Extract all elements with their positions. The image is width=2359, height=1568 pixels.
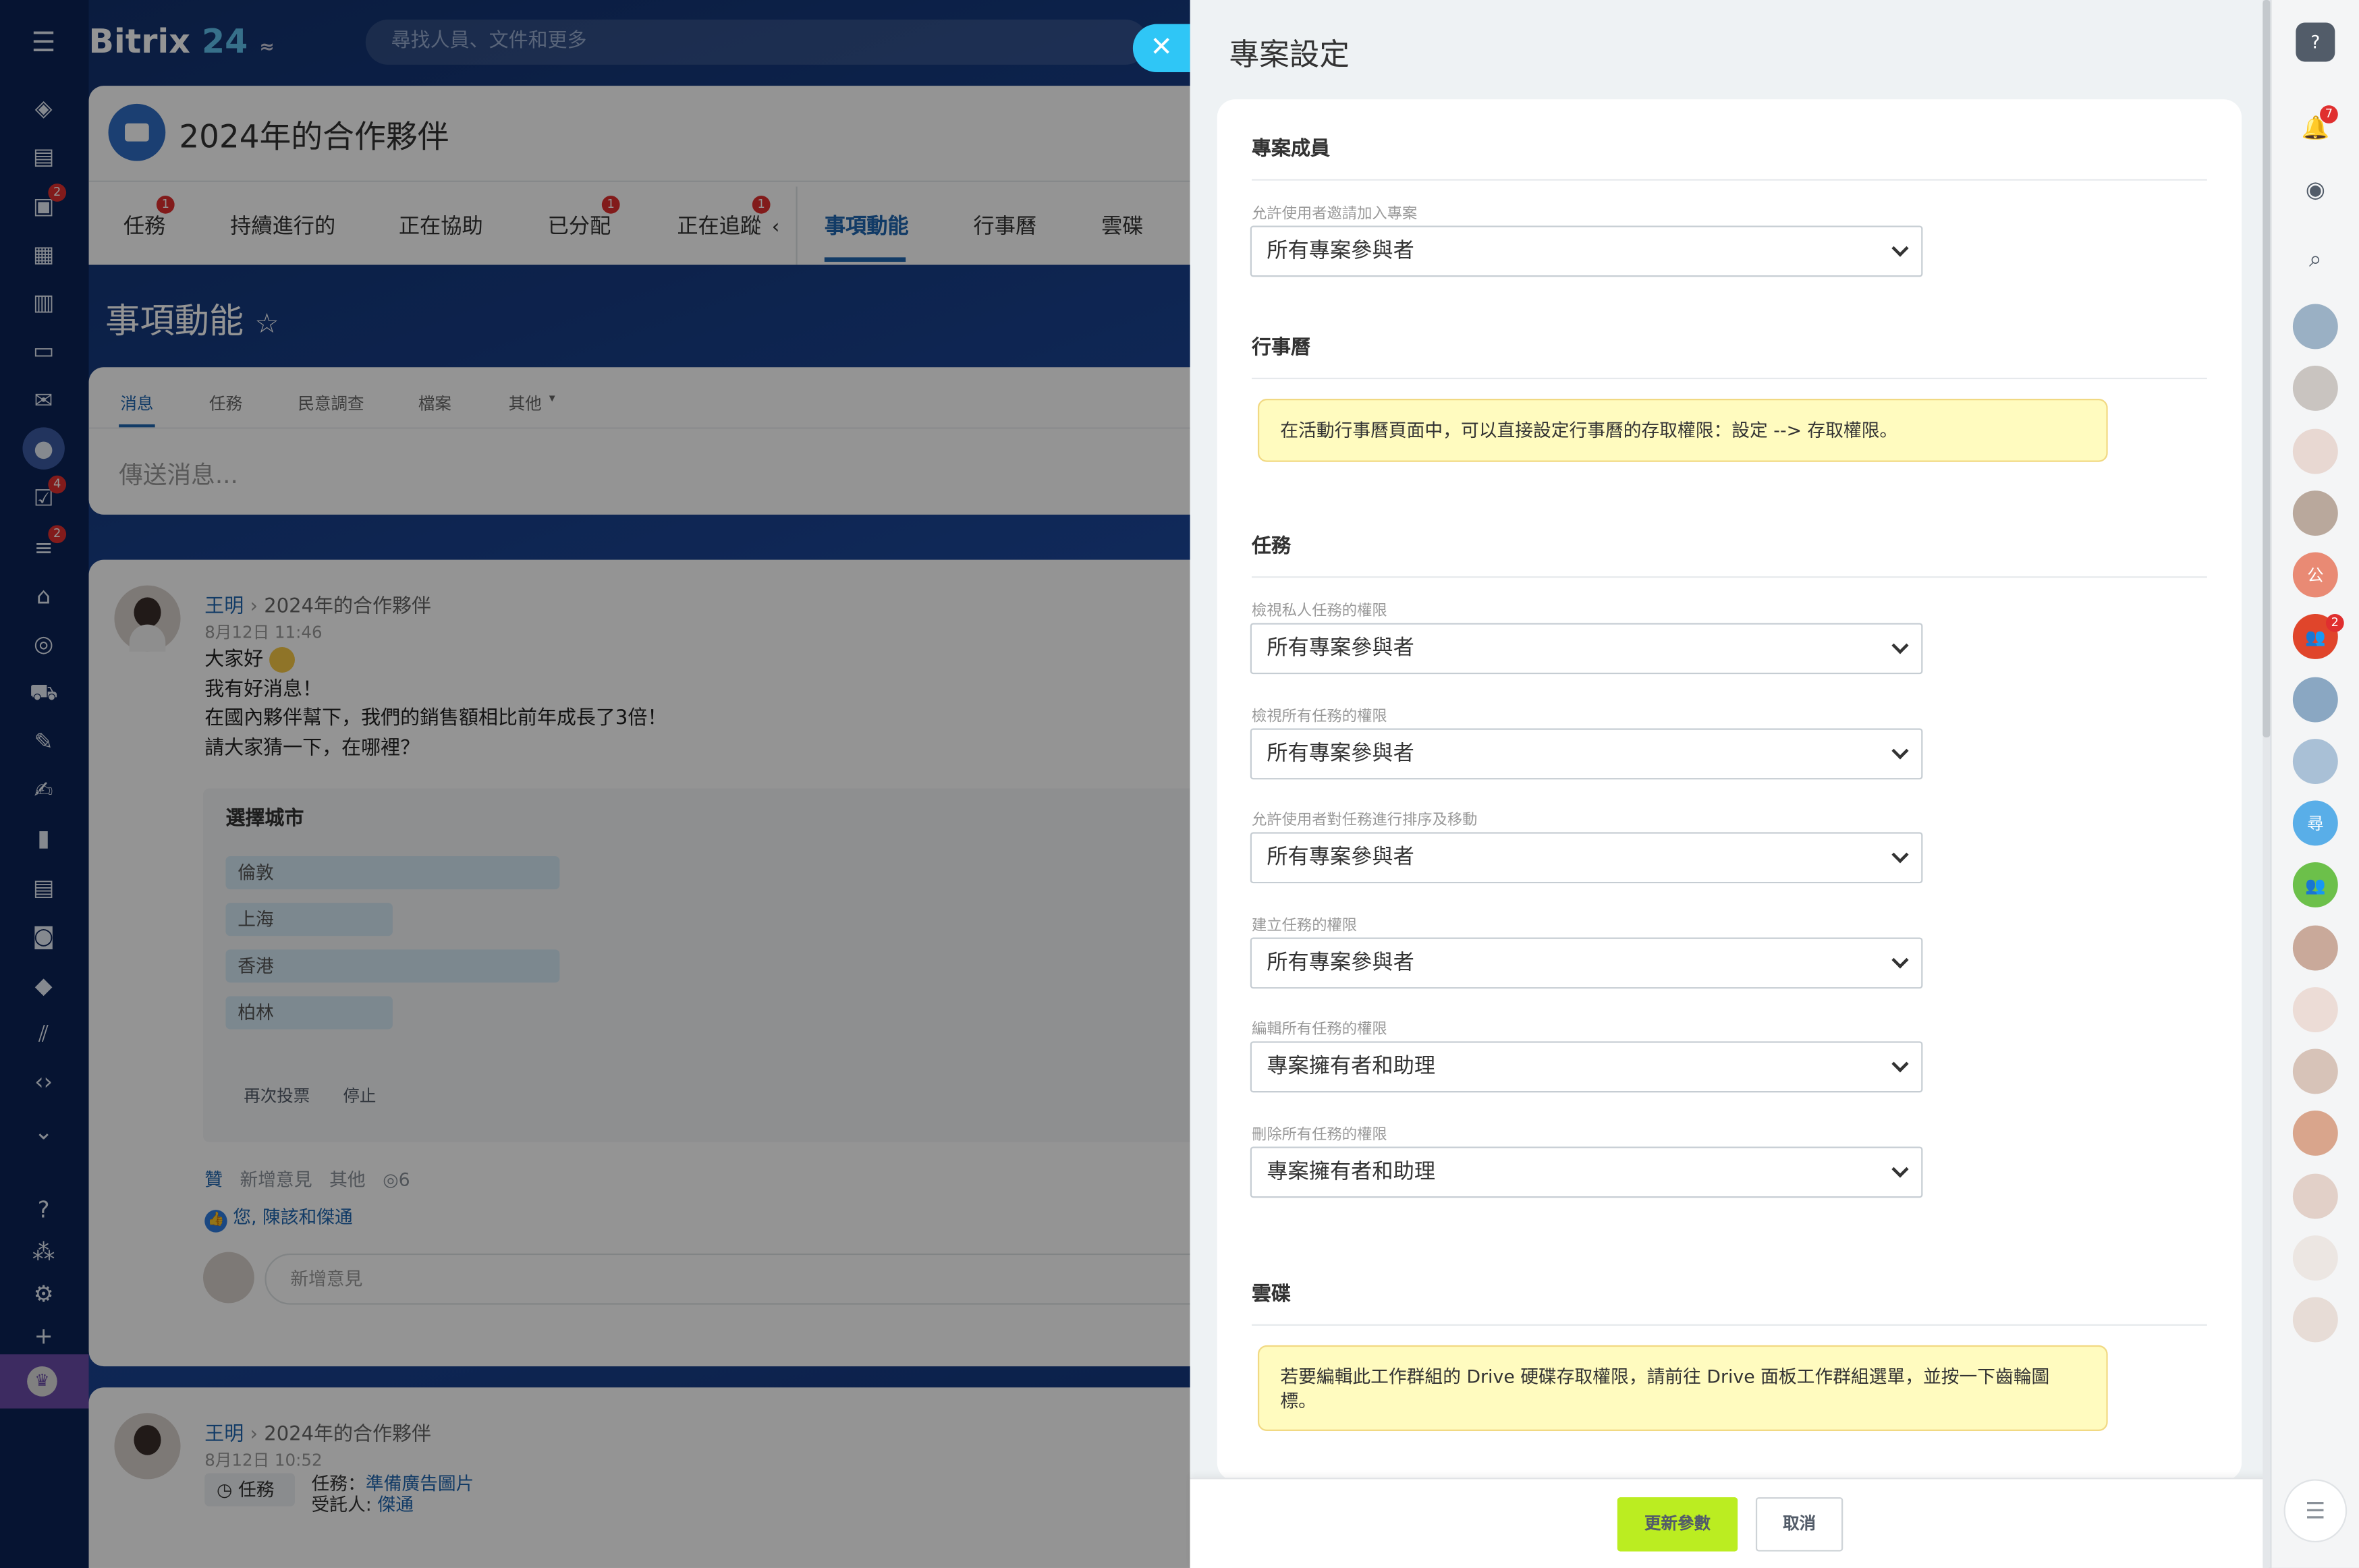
update-parameters-button[interactable]: 更新參數 [1617, 1497, 1738, 1552]
section-tasks: 任務 [1252, 530, 2207, 578]
chat-bubble-icon[interactable]: ◉ [2296, 170, 2335, 209]
contact-avatar[interactable] [2292, 365, 2338, 411]
contact-avatar[interactable] [2292, 1048, 2338, 1094]
invite-permission-select[interactable]: 所有專案參與者 [1250, 225, 1923, 277]
contact-avatar[interactable] [2292, 1235, 2338, 1281]
slider-footer: 更新參數 取消 [1190, 1478, 2269, 1568]
contact-avatar[interactable] [2292, 491, 2338, 536]
contact-avatar[interactable] [2292, 925, 2338, 971]
contact-avatar-letter[interactable]: 公 [2292, 552, 2338, 598]
section-calendar: 行事曆 [1252, 331, 2207, 380]
field-label: 檢視私人任務的權限 [1252, 603, 1387, 620]
users-icon: 👥 [2305, 874, 2326, 895]
calendar-note: 在活動行事曆頁面中，可以直接設定行事曆的存取權限：設定 --> 存取權限。 [1257, 399, 2108, 462]
help-icon[interactable]: ? [2296, 22, 2335, 62]
close-slider-button[interactable]: ✕ [1132, 24, 1190, 73]
chevron-down-icon [1891, 1055, 1909, 1073]
section-members: 專案成員 [1252, 132, 2207, 181]
slider-title: 專案設定 [1229, 36, 1350, 73]
contact-avatar[interactable] [2292, 428, 2338, 474]
select-value: 所有專案參與者 [1267, 741, 1414, 766]
group-chat-badge: 2 [2325, 613, 2344, 632]
chevron-down-icon [1891, 846, 1909, 864]
users-icon: 👥 [2305, 626, 2326, 646]
task-permission-select[interactable]: 專案擁有者和助理 [1250, 1146, 1923, 1198]
notification-badge: 7 [2320, 105, 2338, 123]
select-value: 專案擁有者和助理 [1267, 1055, 1436, 1080]
field-label: 檢視所有任務的權限 [1252, 708, 1387, 725]
task-permission-select[interactable]: 所有專案參與者 [1250, 832, 1923, 884]
contact-avatar[interactable] [2292, 304, 2338, 349]
chevron-down-icon [1891, 951, 1909, 968]
task-permission-select[interactable]: 所有專案參與者 [1250, 727, 1923, 779]
contact-avatar[interactable] [2292, 1110, 2338, 1156]
contact-avatar[interactable] [2292, 1173, 2338, 1219]
field-label: 刪除所有任務的權限 [1252, 1126, 1387, 1143]
overlay-dim[interactable] [0, 0, 1190, 1568]
field-label: 允許使用者對任務進行排序及移動 [1252, 812, 1478, 829]
group-avatar[interactable]: 👥 [2292, 862, 2338, 907]
task-permission-select[interactable]: 專案擁有者和助理 [1250, 1041, 1923, 1093]
contact-avatar[interactable] [2292, 677, 2338, 723]
settings-form: 專案成員 允許使用者邀請加入專案 所有專案參與者 行事曆 在活動行事曆頁面中，可… [1217, 99, 2242, 1481]
search-icon[interactable]: ⌕ [2296, 240, 2335, 279]
project-settings-slider: 專案設定 專案成員 允許使用者邀請加入專案 所有專案參與者 行事曆 在活動行事曆… [1190, 0, 2269, 1568]
section-drive: 雲碟 [1252, 1278, 2207, 1326]
select-value: 所有專案參與者 [1267, 636, 1414, 661]
notification-bell-icon[interactable]: 🔔 7 [2296, 105, 2338, 148]
drive-note: 若要編輯此工作群組的 Drive 硬碟存取權限，請前往 Drive 面板工作群組… [1257, 1345, 2108, 1432]
close-icon: ✕ [1150, 31, 1173, 63]
contact-avatar[interactable] [2292, 1297, 2338, 1343]
contact-avatar-letter[interactable]: 尋 [2292, 800, 2338, 846]
recent-list-icon[interactable]: ☰ [2283, 1479, 2348, 1543]
field-label: 建立任務的權限 [1252, 917, 1358, 934]
contact-avatar[interactable] [2292, 987, 2338, 1032]
chevron-down-icon [1891, 637, 1909, 654]
contact-avatar[interactable] [2292, 739, 2338, 784]
chevron-down-icon [1891, 1160, 1909, 1177]
select-value: 所有專案參與者 [1267, 950, 1414, 975]
slider-scrollbar-thumb[interactable] [2263, 0, 2271, 737]
field-label: 允許使用者邀請加入專案 [1252, 206, 1418, 223]
field-label: 編輯所有任務的權限 [1252, 1021, 1387, 1038]
task-permission-select[interactable]: 所有專案參與者 [1250, 623, 1923, 675]
cancel-button[interactable]: 取消 [1755, 1497, 1843, 1552]
select-value: 所有專案參與者 [1267, 845, 1414, 870]
chevron-down-icon [1891, 240, 1909, 257]
chevron-down-icon [1891, 741, 1909, 759]
task-permission-select[interactable]: 所有專案參與者 [1250, 936, 1923, 988]
select-value: 專案擁有者和助理 [1267, 1159, 1436, 1184]
